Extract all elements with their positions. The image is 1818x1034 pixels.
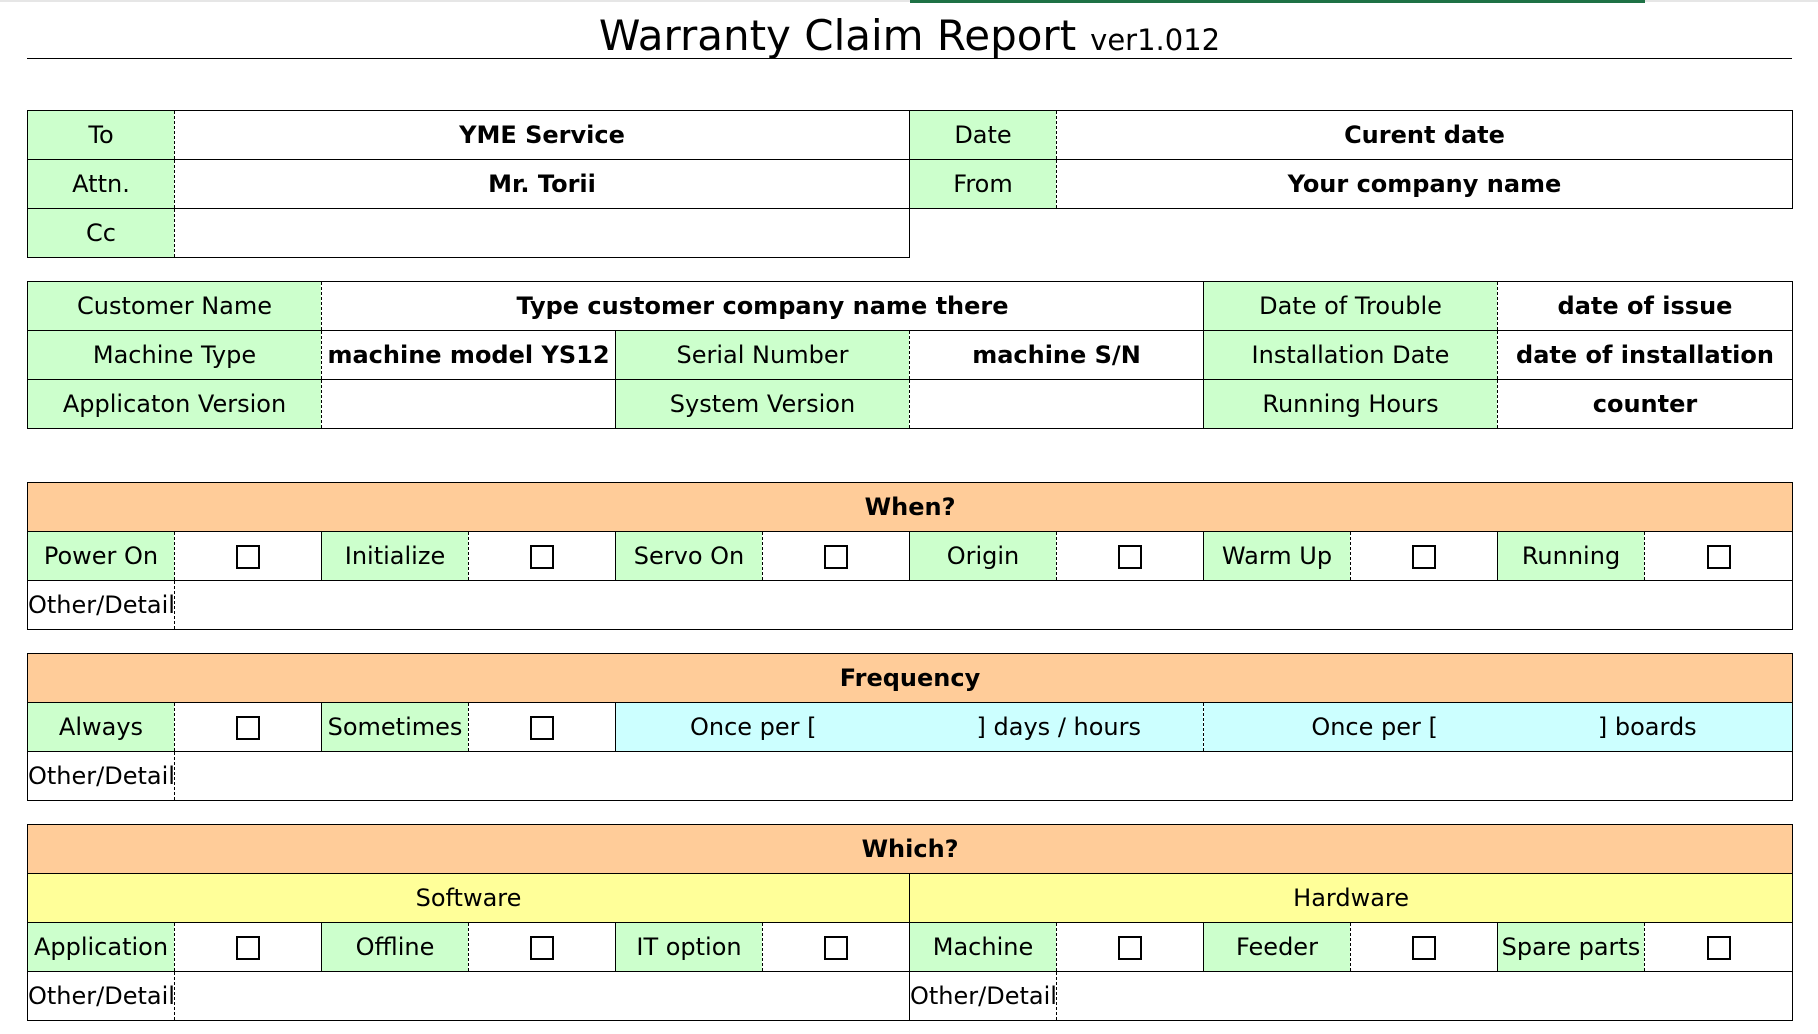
serial-number-label: Serial Number bbox=[615, 330, 910, 380]
hardware-other-field[interactable] bbox=[1055, 971, 1794, 1021]
frequency-heading: Frequency bbox=[26, 653, 1794, 703]
date-label: Date bbox=[909, 110, 1057, 160]
origin-checkbox[interactable] bbox=[1118, 545, 1142, 569]
hardware-option-label: Spare parts bbox=[1497, 922, 1645, 972]
when-option-cell bbox=[468, 531, 616, 581]
application-version-field[interactable] bbox=[321, 379, 616, 429]
hardware-category: Hardware bbox=[908, 873, 1794, 923]
when-option-label: Warm Up bbox=[1203, 531, 1351, 581]
it-option-checkbox[interactable] bbox=[824, 936, 848, 960]
report-version: ver1.012 bbox=[1090, 23, 1221, 57]
application-version-label: Applicaton Version bbox=[27, 379, 322, 429]
which-heading: Which? bbox=[26, 824, 1794, 874]
running-checkbox[interactable] bbox=[1706, 545, 1731, 569]
report-title-row: Warranty Claim Report ver1.012 bbox=[27, 4, 1792, 60]
frequency-other-field[interactable] bbox=[173, 751, 1794, 801]
spare-parts-checkbox[interactable] bbox=[1706, 936, 1731, 960]
once-per-label: Once per [ bbox=[689, 713, 817, 741]
sometimes-checkbox[interactable] bbox=[530, 716, 554, 740]
warm-up-checkbox[interactable] bbox=[1412, 545, 1436, 569]
initialize-checkbox[interactable] bbox=[530, 545, 554, 569]
date-field[interactable]: Curent date bbox=[1056, 110, 1793, 160]
from-field[interactable]: Your company name bbox=[1056, 159, 1793, 209]
installation-date-field[interactable]: date of installation bbox=[1497, 330, 1793, 380]
once-per-boards-field[interactable]: Once per [ ] boards bbox=[1202, 702, 1794, 752]
once-per-label: Once per [ bbox=[1311, 713, 1438, 741]
when-option-label: Origin bbox=[909, 531, 1057, 581]
attn-label: Attn. bbox=[27, 159, 175, 209]
system-version-label: System Version bbox=[615, 379, 910, 429]
power-on-checkbox[interactable] bbox=[236, 545, 260, 569]
running-hours-field[interactable]: counter bbox=[1497, 379, 1793, 429]
which-table: Which? Software Hardware Application Off… bbox=[26, 824, 1794, 1021]
days-hours-unit: ] days / hours bbox=[976, 713, 1142, 741]
software-option-cell bbox=[468, 922, 616, 972]
sometimes-label: Sometimes bbox=[321, 702, 469, 752]
date-of-trouble-label: Date of Trouble bbox=[1203, 281, 1498, 331]
frequency-other-label: Other/Detail bbox=[27, 751, 175, 801]
when-option-cell bbox=[174, 531, 322, 581]
application-checkbox[interactable] bbox=[236, 936, 260, 960]
selection-indicator bbox=[910, 0, 1645, 3]
when-other-field[interactable] bbox=[173, 580, 1794, 630]
when-option-label: Running bbox=[1497, 531, 1645, 581]
when-option-cell bbox=[1643, 531, 1794, 581]
from-label: From bbox=[909, 159, 1057, 209]
software-other-field[interactable] bbox=[174, 971, 910, 1021]
software-other-label: Other/Detail bbox=[27, 971, 175, 1021]
feeder-checkbox[interactable] bbox=[1412, 936, 1436, 960]
once-per-days-field[interactable]: Once per [ ] days / hours bbox=[615, 702, 1204, 752]
hardware-option-cell bbox=[1056, 922, 1204, 972]
hardware-option-label: Machine bbox=[909, 922, 1057, 972]
software-option-label: IT option bbox=[615, 922, 763, 972]
cc-field[interactable] bbox=[174, 208, 910, 258]
when-option-label: Power On bbox=[27, 531, 175, 581]
software-option-label: Application bbox=[27, 922, 175, 972]
customer-name-label: Customer Name bbox=[27, 281, 322, 331]
software-option-label: Offline bbox=[321, 922, 469, 972]
software-option-cell bbox=[174, 922, 322, 972]
date-of-trouble-field[interactable]: date of issue bbox=[1497, 281, 1793, 331]
machine-checkbox[interactable] bbox=[1118, 936, 1142, 960]
machine-type-label: Machine Type bbox=[27, 330, 322, 380]
frequency-table: Frequency Always Sometimes Once per [ ] d… bbox=[26, 653, 1794, 801]
to-field[interactable]: YME Service bbox=[174, 110, 910, 160]
software-option-cell bbox=[762, 922, 910, 972]
when-heading: When? bbox=[26, 482, 1794, 532]
software-category: Software bbox=[27, 873, 910, 923]
hardware-option-cell bbox=[1350, 922, 1498, 972]
when-option-label: Servo On bbox=[615, 531, 763, 581]
customer-table: Customer Name Type customer company name… bbox=[27, 281, 1793, 429]
servo-on-checkbox[interactable] bbox=[824, 545, 848, 569]
attn-field[interactable]: Mr. Torii bbox=[174, 159, 910, 209]
hardware-option-cell bbox=[1643, 922, 1794, 972]
when-option-cell bbox=[1350, 531, 1498, 581]
when-other-label: Other/Detail bbox=[27, 580, 175, 630]
when-option-label: Initialize bbox=[321, 531, 469, 581]
serial-number-field[interactable]: machine S/N bbox=[909, 330, 1204, 380]
offline-checkbox[interactable] bbox=[530, 936, 554, 960]
customer-name-field[interactable]: Type customer company name there bbox=[321, 281, 1204, 331]
machine-type-field[interactable]: machine model YS12 bbox=[321, 330, 616, 380]
hardware-option-label: Feeder bbox=[1203, 922, 1351, 972]
to-label: To bbox=[27, 110, 175, 160]
always-checkbox[interactable] bbox=[236, 716, 260, 740]
when-table: When? Power On Initialize Servo On Origi… bbox=[26, 482, 1794, 630]
report-title: Warranty Claim Report bbox=[598, 11, 1077, 60]
contact-table: To YME Service Date Curent date Attn. Mr… bbox=[27, 110, 1793, 258]
installation-date-label: Installation Date bbox=[1203, 330, 1498, 380]
hardware-other-label: Other/Detail bbox=[909, 971, 1057, 1021]
system-version-field[interactable] bbox=[909, 379, 1204, 429]
running-hours-label: Running Hours bbox=[1203, 379, 1498, 429]
always-cell bbox=[174, 702, 322, 752]
boards-unit: ] boards bbox=[1597, 713, 1697, 741]
cc-label: Cc bbox=[27, 208, 175, 258]
when-option-cell bbox=[762, 531, 910, 581]
sometimes-cell bbox=[468, 702, 616, 752]
always-label: Always bbox=[27, 702, 175, 752]
when-option-cell bbox=[1056, 531, 1204, 581]
blank-area bbox=[910, 209, 1793, 258]
